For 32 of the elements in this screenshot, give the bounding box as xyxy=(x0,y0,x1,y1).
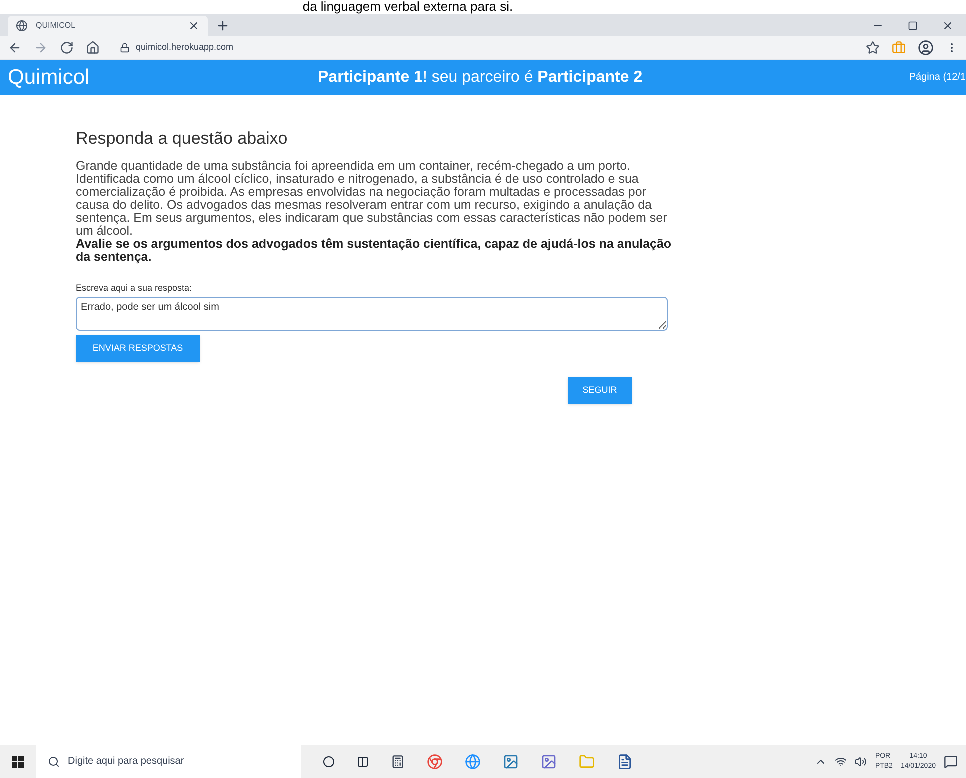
reload-icon[interactable] xyxy=(60,40,74,54)
question-text: Grande quantidade de uma substância foi apreendida em um container, recém-chegado a um porto. Identificada como um álcool cíclico, insaturado e nitrogenado, a substância é de uso controlado e sua comercialização é proibida. As empresas envolvidas na negociação foram multadas e processadas por causa do delito. Os advogados das mesmas resolveram entrar com um recurso, exigindo a anulação da sentença. Em seus argumentos, eles indicaram que substâncias com essas características não podem ser um álcool. xyxy=(76,160,668,238)
partner-message: Participante 1! seu parceiro é Participante 2 xyxy=(317,68,644,88)
maximize-icon[interactable] xyxy=(908,21,918,31)
close-icon[interactable] xyxy=(942,20,954,32)
photos-icon[interactable] xyxy=(503,754,519,770)
cortana-icon[interactable] xyxy=(323,756,335,768)
back-icon[interactable] xyxy=(8,40,22,54)
notifications-icon[interactable] xyxy=(944,754,958,768)
answer-label: Escreva aqui a sua resposta: xyxy=(76,282,194,295)
windows-start-icon[interactable] xyxy=(12,756,24,768)
browser-icon[interactable] xyxy=(427,754,443,770)
profile-icon[interactable] xyxy=(918,40,934,56)
document-text: da linguagem verbal externa para si. xyxy=(302,0,514,14)
network-icon[interactable] xyxy=(835,756,848,768)
answer-field[interactable]: Errado, pode ser um álcool sim xyxy=(76,297,668,331)
search-icon xyxy=(48,756,60,768)
page-counter: Página (12/1 xyxy=(909,71,966,85)
question-prompt: Avalie se os argumentos dos advogados têm sustentação científica, capaz de ajudá-los na anulação da sentença. xyxy=(76,238,672,264)
paint-icon[interactable] xyxy=(541,754,557,770)
taskbar-search-field[interactable]: Digite aqui para pesquisar xyxy=(36,745,301,778)
close-tab-icon[interactable] xyxy=(188,20,200,32)
bookmark-star-icon[interactable] xyxy=(866,40,880,54)
browser-tab[interactable]: QUIMICOL xyxy=(8,16,208,36)
lock-icon xyxy=(120,42,130,52)
globe-icon xyxy=(16,20,28,32)
task-view-icon[interactable] xyxy=(357,756,369,768)
volume-icon[interactable] xyxy=(855,756,868,768)
calculator-icon[interactable] xyxy=(391,754,405,768)
question-heading: Responda a questão abaixo xyxy=(76,128,289,150)
new-tab-icon[interactable] xyxy=(216,19,230,33)
home-icon[interactable] xyxy=(86,40,100,54)
